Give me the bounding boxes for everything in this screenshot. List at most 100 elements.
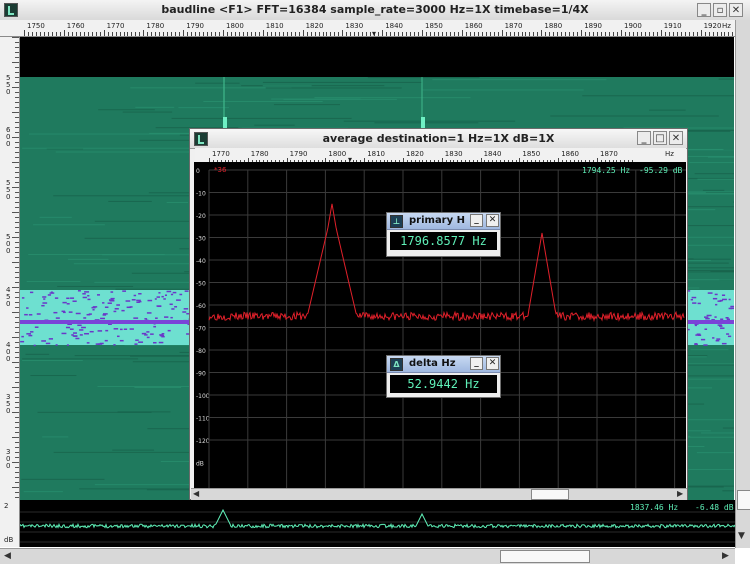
broadband-speckle (730, 305, 734, 308)
spectro-noise-streak (550, 115, 719, 117)
ruler-tick-mark (342, 30, 344, 36)
ruler-tick-mark (445, 32, 447, 36)
spectro-noise-streak (696, 452, 734, 454)
restore-button[interactable]: ▫ (713, 3, 727, 17)
ruler-tick-mark (394, 32, 396, 36)
broadband-speckle (707, 292, 713, 294)
minimize-button[interactable]: _ (697, 3, 711, 17)
primary-frequency-value: 1796.8577 Hz (390, 232, 497, 250)
vertical-scroll-thumb[interactable] (737, 490, 750, 510)
broadband-speckle (694, 324, 697, 327)
ruler-tick-mark (270, 32, 272, 36)
ruler-tick-mark (652, 32, 654, 36)
broadband-speckle (730, 307, 734, 310)
delta-readout-window[interactable]: Δ delta Hz _ ✕ 52.9442 Hz (386, 355, 501, 398)
average-frequency-ruler[interactable]: 1770 1780 1790 1800 1810 1820 1830 1840 1850 1860… (195, 148, 686, 164)
broadband-speckle (156, 296, 161, 298)
time-tick-mark (15, 92, 19, 93)
average-scroll-right-icon[interactable]: ▶ (677, 489, 683, 498)
vertical-scrollbar[interactable]: ▼ (735, 20, 750, 548)
ruler-tick-label: 1760 (66, 22, 85, 30)
time-ruler[interactable]: 550 600 550 500 450 400 350 300 (0, 37, 20, 500)
ruler-tick-mark (99, 32, 101, 36)
ruler-tick-mark (362, 32, 364, 36)
ruler-tick-mark (215, 32, 217, 36)
ruler-tick-mark (410, 32, 412, 36)
average-close-button[interactable]: ✕ (669, 131, 683, 145)
delta-close-button[interactable]: ✕ (486, 357, 499, 370)
broadband-speckle (129, 328, 134, 330)
time-tick-mark (12, 112, 19, 113)
horizontal-scroll-thumb[interactable] (500, 550, 590, 563)
broadband-speckle (84, 291, 90, 293)
delta-minimize-button[interactable]: _ (470, 357, 483, 370)
close-button[interactable]: ✕ (729, 3, 743, 17)
broadband-speckle (47, 294, 52, 296)
scroll-left-arrow-icon[interactable]: ◀ (4, 551, 11, 561)
time-tick-mark (12, 187, 19, 188)
ruler-tick-mark (346, 32, 348, 36)
ruler-tick-mark (294, 32, 296, 36)
average-window[interactable]: average destination=1 Hz=1X dB=1X _ □ ✕ … (189, 128, 688, 500)
broadband-speckle (75, 312, 81, 315)
broadband-speckle (88, 313, 92, 315)
spectro-noise-streak (684, 193, 734, 195)
ruler-tick-mark (668, 32, 670, 36)
time-tick-mark (12, 262, 19, 263)
time-tick-mark (15, 327, 19, 328)
broadband-speckle (77, 324, 82, 327)
primary-close-button[interactable]: ✕ (486, 214, 499, 227)
average-maximize-button[interactable]: □ (653, 131, 667, 145)
ruler-tick-mark (242, 32, 244, 36)
broadband-speckle (108, 299, 114, 301)
broadband-speckle (694, 343, 698, 345)
average-window-title-bar[interactable]: average destination=1 Hz=1X dB=1X _ □ ✕ (190, 129, 687, 149)
delta-readout-title-bar[interactable]: Δ delta Hz _ ✕ (387, 356, 500, 373)
bottom-spectrum-strip[interactable]: 1837.46 Hz -6.48 dB (19, 500, 736, 547)
broadband-speckle (75, 337, 80, 340)
ruler-tick-label: 1850 (425, 22, 443, 30)
time-tick-mark (15, 227, 19, 228)
primary-readout-window[interactable]: ⊥ primary H _ ✕ 1796.8577 Hz (386, 212, 501, 257)
ruler-tick-mark (708, 32, 710, 36)
time-tick-mark (12, 237, 19, 238)
ruler-tick-label: 1800 (226, 22, 244, 30)
time-tick-mark (15, 142, 19, 143)
primary-minimize-button[interactable]: _ (470, 214, 483, 227)
broadband-speckle (36, 313, 41, 315)
ruler-tick-mark (314, 32, 316, 36)
average-scroll-thumb[interactable] (531, 489, 569, 500)
broadband-speckle (700, 338, 706, 341)
time-tick-mark (15, 72, 19, 73)
spectro-noise-streak (682, 271, 734, 273)
ruler-tick-label: 1840 (385, 22, 404, 30)
broadband-speckle (721, 294, 726, 296)
scroll-down-arrow-icon[interactable]: ▼ (738, 531, 745, 541)
time-tick-mark (15, 197, 19, 198)
broadband-speckle (715, 339, 720, 342)
ruler-tick-mark (258, 32, 260, 36)
broadband-speckle (33, 344, 36, 347)
average-minimize-button[interactable]: _ (637, 131, 651, 145)
time-tick-label: 400 (6, 341, 11, 363)
ruler-tick-mark (716, 32, 718, 36)
average-scroll-left-icon[interactable]: ◀ (193, 489, 199, 498)
ruler-tick-mark (151, 32, 153, 36)
scroll-right-arrow-icon[interactable]: ▶ (722, 551, 729, 561)
ruler-tick-mark (712, 32, 714, 36)
time-tick-mark (15, 377, 19, 378)
bottom-ruler-unit: dB (4, 536, 14, 544)
horizontal-scrollbar[interactable]: ◀ ▶ (0, 548, 735, 564)
time-tick-mark (15, 477, 19, 478)
average-horizontal-scrollbar[interactable]: ◀ ▶ (191, 488, 687, 500)
broadband-speckle (45, 342, 51, 345)
broadband-speckle (150, 333, 154, 335)
broadband-speckle (125, 300, 131, 302)
main-title-bar[interactable]: baudline <F1> FFT=16384 sample_rate=3000… (0, 0, 750, 21)
frequency-ruler[interactable]: 1750 1760 1770 1780 1790 1800 1810 1820 1830 1840… (0, 20, 738, 38)
ruler-tick-mark (183, 30, 185, 36)
spectro-noise-streak (98, 109, 155, 111)
ruler-tick-mark (581, 30, 583, 36)
broadband-speckle (164, 316, 169, 318)
primary-readout-title-bar[interactable]: ⊥ primary H _ ✕ (387, 213, 500, 230)
